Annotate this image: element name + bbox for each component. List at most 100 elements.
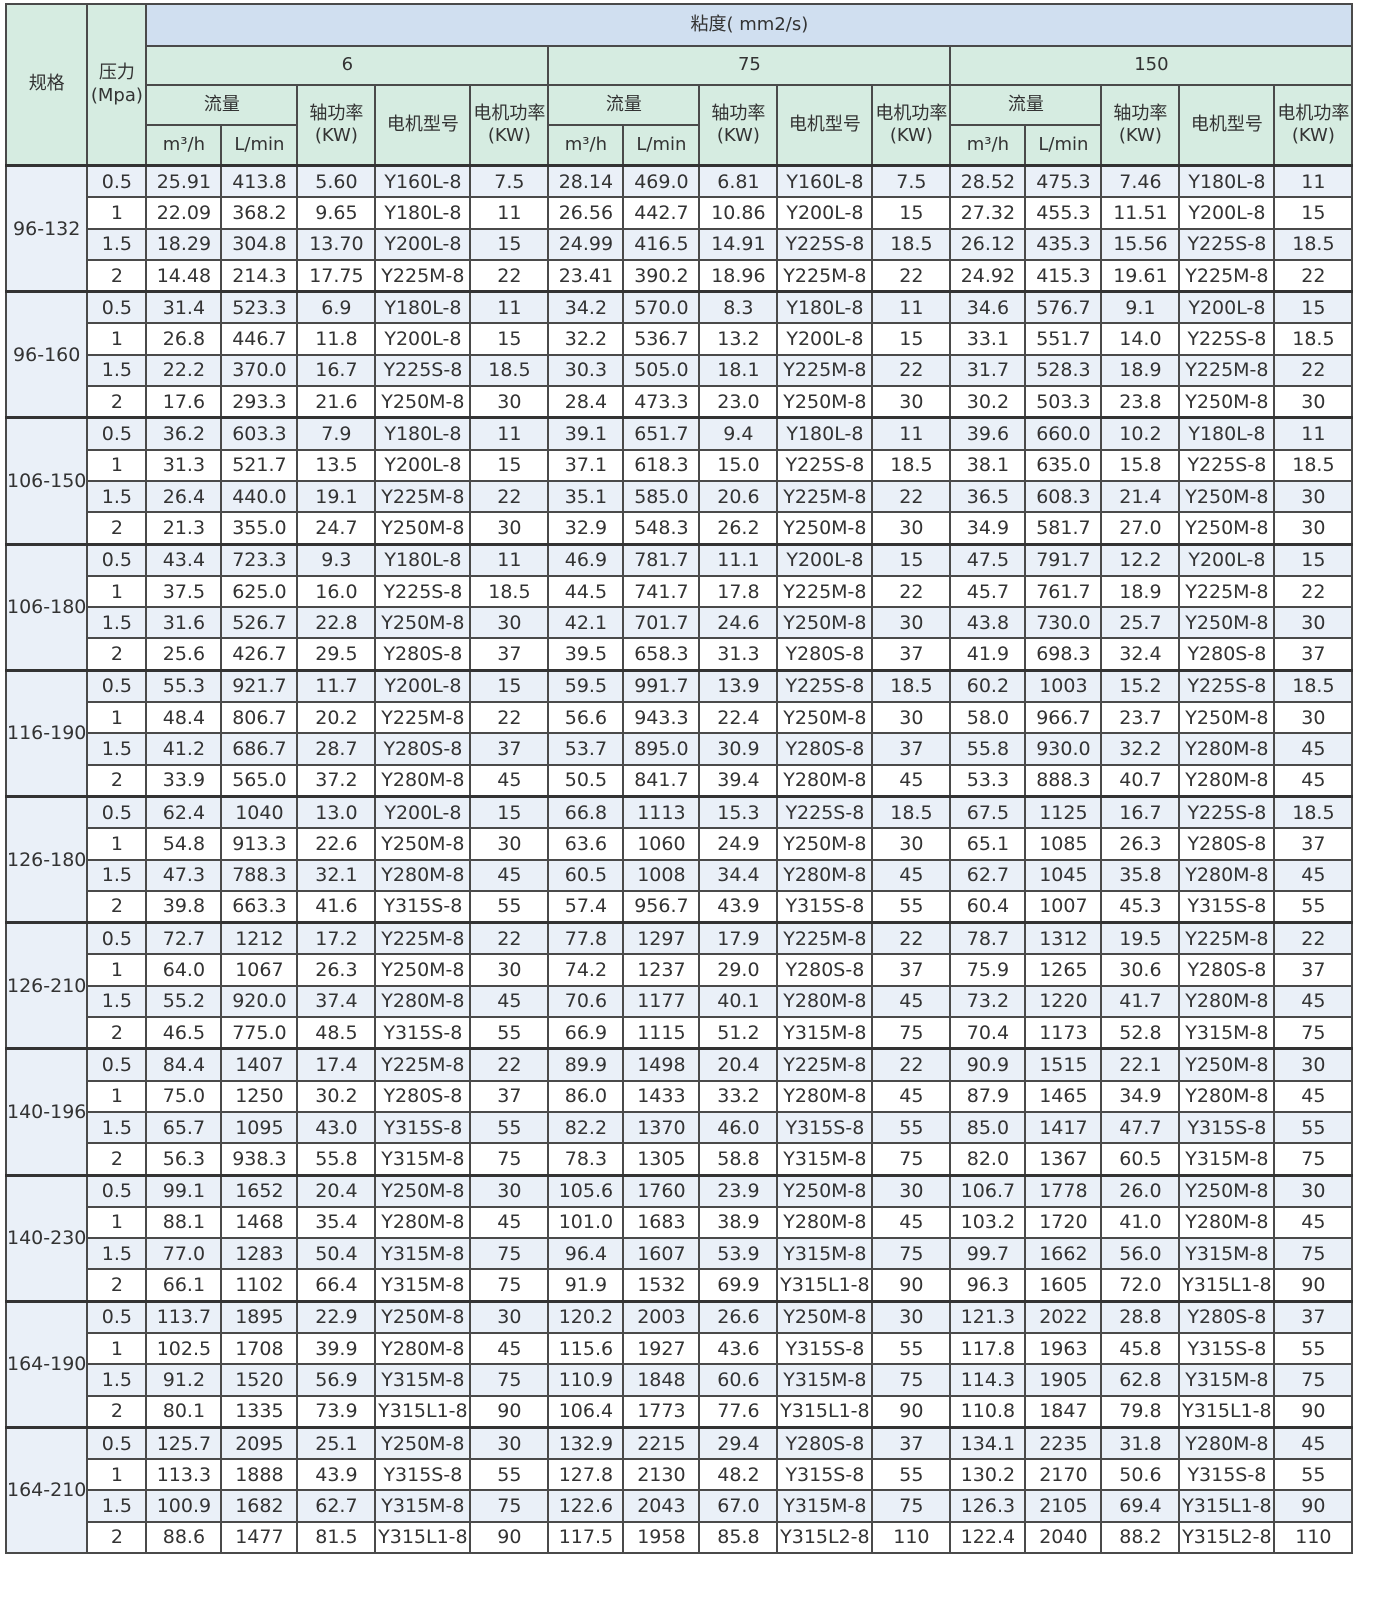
pressure-cell: 1.5 bbox=[86, 1363, 148, 1397]
value-cell: 1498 bbox=[622, 1047, 701, 1082]
value-cell: 18.5 bbox=[871, 668, 952, 704]
value-cell: 1113 bbox=[622, 794, 701, 830]
value-cell: 113.7 bbox=[145, 1299, 223, 1334]
value-cell: 1605 bbox=[1024, 1268, 1103, 1303]
value-cell: Y280M-8 bbox=[1178, 1079, 1276, 1113]
table-row: 1.5 18.29 304.8 13.70 Y200L-8 15 24.99 416.5 14.… bbox=[6, 227, 1354, 261]
value-cell: 22.6 bbox=[296, 827, 377, 861]
header-pressure: 压力(Mpa) bbox=[86, 3, 148, 167]
value-cell: 30 bbox=[871, 1173, 952, 1208]
value-cell: Y315S-8 bbox=[374, 1458, 472, 1492]
table-header: 规格 压力(Mpa) 粘度( mm2/s) 6 75 150 流量 轴功率(KW… bbox=[4, 3, 1354, 167]
value-cell: 55 bbox=[469, 1110, 550, 1145]
value-cell: 125.7 bbox=[145, 1425, 223, 1461]
value-cell: Y280S-8 bbox=[776, 1425, 874, 1461]
value-cell: 6.9 bbox=[296, 290, 377, 325]
value-cell: 1607 bbox=[622, 1237, 701, 1271]
value-cell: 15.8 bbox=[1100, 448, 1181, 482]
value-cell: 41.2 bbox=[145, 732, 223, 766]
value-cell: 36.2 bbox=[145, 416, 223, 451]
value-cell: 30.9 bbox=[698, 732, 779, 766]
value-cell: 77.6 bbox=[698, 1394, 779, 1429]
value-cell: Y225S-8 bbox=[1178, 227, 1276, 261]
value-cell: 18.5 bbox=[1273, 448, 1354, 482]
value-cell: 18.5 bbox=[469, 353, 550, 388]
value-cell: 18.1 bbox=[698, 353, 779, 388]
value-cell: Y225S-8 bbox=[374, 353, 472, 388]
pressure-cell: 2 bbox=[86, 637, 148, 672]
value-cell: 440.0 bbox=[220, 479, 299, 514]
value-cell: 52.8 bbox=[1100, 1016, 1181, 1050]
header-motor-type: 电机型号 bbox=[1178, 84, 1276, 167]
model-cell: 116-190 bbox=[4, 668, 89, 798]
value-cell: 31.4 bbox=[145, 290, 223, 325]
pressure-cell: 0.5 bbox=[86, 1047, 148, 1082]
value-cell: 35.4 bbox=[296, 1205, 377, 1240]
value-cell: Y280S-8 bbox=[1178, 953, 1276, 987]
value-cell: 660.0 bbox=[1024, 416, 1103, 451]
value-cell: Y225M-8 bbox=[776, 921, 874, 956]
table-row: 140-230 0.5 99.1 1652 20.4 Y250M-8 30 105.6 1760… bbox=[4, 1173, 1354, 1303]
value-cell: 18.96 bbox=[698, 258, 779, 293]
value-cell: 791.7 bbox=[1024, 542, 1103, 577]
value-cell: 63.6 bbox=[547, 827, 625, 861]
value-cell: 25.6 bbox=[145, 637, 223, 672]
value-cell: 23.7 bbox=[1100, 701, 1181, 735]
value-cell: 89.9 bbox=[547, 1047, 625, 1082]
value-cell: Y225M-8 bbox=[776, 1047, 874, 1082]
value-cell: 15.0 bbox=[698, 448, 779, 482]
value-cell: Y250M-8 bbox=[776, 1173, 874, 1208]
value-cell: 29.4 bbox=[698, 1425, 779, 1461]
value-cell: 20.6 bbox=[698, 479, 779, 514]
value-cell: Y280S-8 bbox=[1178, 637, 1276, 672]
value-cell: 416.5 bbox=[622, 227, 701, 261]
value-cell: 15.3 bbox=[698, 794, 779, 830]
value-cell: Y225S-8 bbox=[1178, 668, 1276, 704]
value-cell: 40.1 bbox=[698, 984, 779, 1019]
table-row: 1.5 77.0 1283 50.4 Y315M-8 75 96.4 1607 53.9 Y315… bbox=[6, 1237, 1354, 1271]
pressure-cell: 2 bbox=[86, 258, 148, 293]
value-cell: 62.4 bbox=[145, 794, 223, 830]
model-cell: 164-190 bbox=[4, 1299, 89, 1429]
value-cell: 56.9 bbox=[296, 1363, 377, 1397]
value-cell: 9.1 bbox=[1100, 290, 1181, 325]
value-cell: Y200L-8 bbox=[1178, 542, 1276, 577]
value-cell: 1417 bbox=[1024, 1110, 1103, 1145]
value-cell: 78.7 bbox=[949, 921, 1027, 956]
value-cell: Y315L2-8 bbox=[1178, 1520, 1276, 1555]
value-cell: 473.3 bbox=[622, 385, 701, 419]
value-cell: 26.3 bbox=[296, 953, 377, 987]
value-cell: Y315S-8 bbox=[374, 889, 472, 924]
value-cell: Y280S-8 bbox=[374, 637, 472, 672]
value-cell: 505.0 bbox=[622, 353, 701, 388]
pressure-cell: 1.5 bbox=[86, 1237, 148, 1271]
value-cell: Y280S-8 bbox=[374, 732, 472, 766]
value-cell: 1370 bbox=[622, 1110, 701, 1145]
value-cell: 11 bbox=[1273, 416, 1354, 451]
value-cell: 603.3 bbox=[220, 416, 299, 451]
table-row: 1.5 100.9 1682 62.7 Y315M-8 75 122.6 2043 67.0 Y3… bbox=[6, 1489, 1354, 1523]
value-cell: 48.5 bbox=[296, 1016, 377, 1050]
table-row: 96-132 0.5 25.91 413.8 5.60 Y160L-8 7.5 28.14 46… bbox=[4, 163, 1354, 293]
value-cell: 1683 bbox=[622, 1205, 701, 1240]
value-cell: 39.4 bbox=[698, 763, 779, 798]
value-cell: 35.8 bbox=[1100, 858, 1181, 892]
pressure-cell: 1 bbox=[86, 322, 148, 356]
header-motor-type: 电机型号 bbox=[374, 84, 472, 167]
value-cell: 75 bbox=[1273, 1016, 1354, 1050]
value-cell: 45 bbox=[871, 763, 952, 798]
pressure-cell: 2 bbox=[86, 1520, 148, 1555]
value-cell: 18.5 bbox=[1273, 668, 1354, 704]
table-row: 1 37.5 625.0 16.0 Y225S-8 18.5 44.5 741.7 17.8 Y2… bbox=[6, 574, 1354, 609]
value-cell: 1652 bbox=[220, 1173, 299, 1208]
value-cell: 23.8 bbox=[1100, 385, 1181, 419]
value-cell: 22.09 bbox=[145, 196, 223, 230]
value-cell: Y250M-8 bbox=[374, 511, 472, 546]
value-cell: 32.4 bbox=[1100, 637, 1181, 672]
value-cell: 475.3 bbox=[1024, 164, 1103, 199]
value-cell: 22.1 bbox=[1100, 1047, 1181, 1082]
table-row: 116-190 0.5 55.3 921.7 11.7 Y200L-8 15 59.5 991.… bbox=[4, 668, 1354, 798]
value-cell: 90 bbox=[1273, 1268, 1354, 1303]
value-cell: Y225M-8 bbox=[776, 574, 874, 609]
value-cell: 45 bbox=[871, 1205, 952, 1240]
